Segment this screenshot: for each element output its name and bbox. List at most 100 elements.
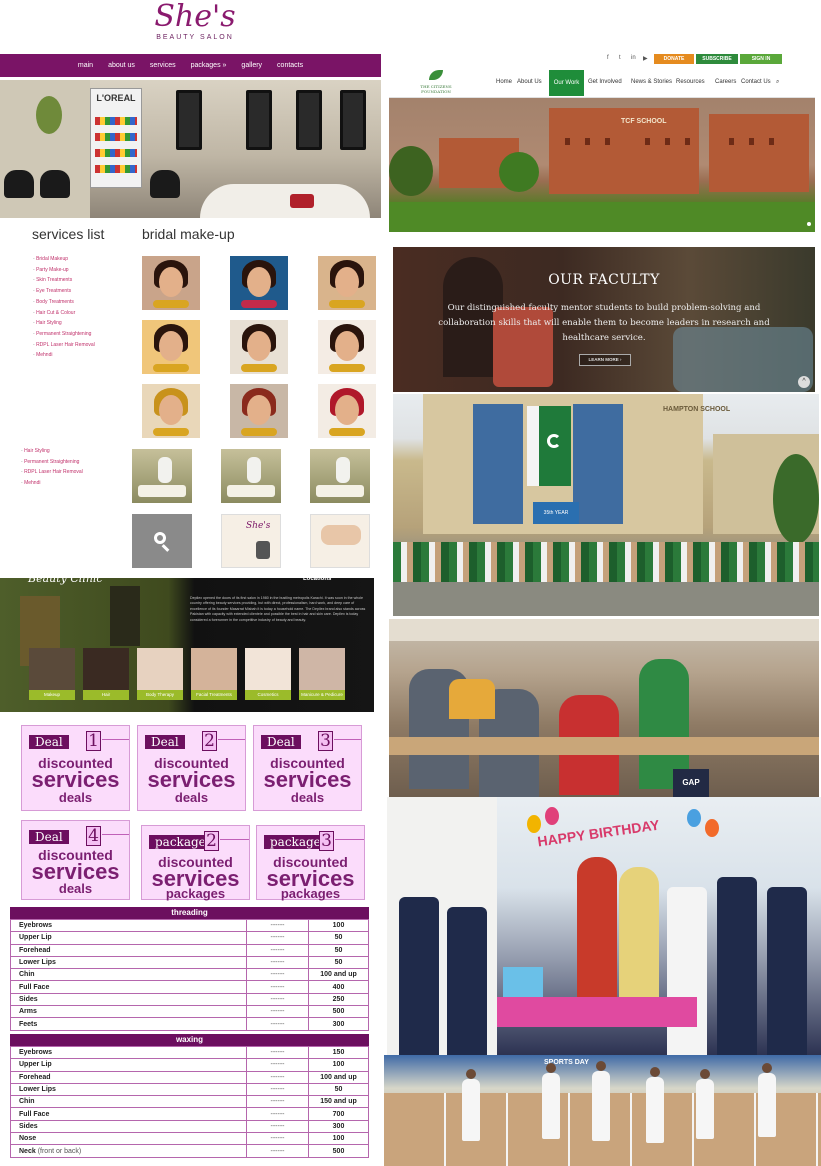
service-link[interactable]: Bridal Makeup [33, 254, 95, 265]
treatment-photo[interactable] [132, 449, 192, 503]
service-name: Upper Lip [10, 1058, 247, 1072]
package-card-3[interactable]: package 3 discounted services packages [256, 825, 365, 901]
bridal-photo[interactable] [142, 320, 200, 374]
learn-more-button[interactable]: LEARN MORE › [579, 354, 631, 366]
service-link[interactable]: Party Make-up [33, 265, 95, 276]
anniversary-banner: 35th YEAR [533, 502, 579, 524]
tcf-logo[interactable]: THE CITIZENS FOUNDATION [407, 70, 465, 96]
salon-logo[interactable]: She's BEAUTY SALON [150, 0, 240, 52]
search-icon[interactable]: ⌕ [776, 79, 779, 86]
service-price: 250 [308, 992, 369, 1007]
price-row: Eyebrows ------ 100 [10, 918, 369, 933]
service-link[interactable]: Permanent Straightening [33, 329, 95, 340]
gallery-zoom-tile[interactable] [132, 514, 192, 568]
nav-gallery[interactable]: gallery [241, 62, 262, 69]
salon-interior-photo: L'OREAL [0, 80, 381, 218]
treatment-photo[interactable] [310, 449, 370, 503]
tcf-nav-news[interactable]: News & Stories [631, 79, 672, 85]
nav-packages[interactable]: packages » [191, 62, 227, 69]
service-link[interactable]: Permanent Straightening [21, 457, 83, 468]
deal-card-3[interactable]: Deal 3 discounted services deals [253, 725, 362, 811]
nav-contacts[interactable]: contacts [277, 62, 303, 69]
bridal-photo[interactable] [230, 256, 288, 310]
donate-button[interactable]: DONATE [654, 54, 694, 64]
nav-about-us[interactable]: about us [108, 62, 135, 69]
loreal-brand-text: L'OREAL [96, 93, 136, 103]
service-name: Lower Lips [10, 1082, 247, 1097]
package-line3: packages [280, 886, 341, 901]
service-price: 100 [308, 1058, 369, 1072]
bridal-photo[interactable] [230, 320, 288, 374]
nav-services[interactable]: services [150, 62, 176, 69]
brochure-thumbnail[interactable]: She's [221, 514, 281, 568]
tcf-nav-our-work[interactable]: Our Work [549, 70, 584, 96]
facebook-icon[interactable]: f [607, 55, 609, 61]
package-card-2[interactable]: package 2 discounted services packages [141, 825, 250, 901]
clinic-tile-hair[interactable]: Hair [83, 648, 129, 700]
service-link[interactable]: Hair Cut & Colour [33, 308, 95, 319]
scroll-to-top-icon[interactable]: ^ [798, 376, 810, 388]
separator-dashes: ------ [246, 1107, 309, 1121]
service-link[interactable]: Body Treatments [33, 297, 95, 308]
service-name-text: Lower Lips [19, 1086, 56, 1094]
nav-main[interactable]: main [78, 62, 93, 69]
clinic-tile-body[interactable]: Body Therapy [137, 648, 183, 700]
service-name: Eyebrows [10, 918, 247, 933]
separator-dashes: ------ [246, 918, 309, 933]
bridal-photo[interactable] [318, 384, 376, 438]
price-row: Sides ------ 250 [10, 992, 369, 1007]
tcf-nav-contact[interactable]: Contact Us [741, 79, 771, 85]
tcf-nav-careers[interactable]: Careers [715, 79, 736, 85]
bridal-photo[interactable] [142, 256, 200, 310]
sign-in-button[interactable]: SIGN IN [740, 54, 782, 64]
bridal-photo[interactable] [318, 256, 376, 310]
deal-card-2[interactable]: Deal 2 discounted services deals [137, 725, 246, 811]
deal-card-1[interactable]: Deal 1 discounted services deals [21, 725, 130, 811]
linkedin-icon[interactable]: in [631, 55, 636, 61]
clinic-tile-manicure[interactable]: Manicure & Pedicure [299, 648, 345, 700]
tcf-nav-resources[interactable]: Resources [676, 79, 705, 85]
clinic-tile-facial[interactable]: Facial Treatments [191, 648, 237, 700]
deal-card-4[interactable]: Deal 4 discounted services deals [21, 820, 130, 900]
separator-dashes: ------ [246, 1082, 309, 1097]
service-link[interactable]: Hair Styling [21, 446, 83, 457]
clinic-tile-cosmetics[interactable]: Cosmetics [245, 648, 291, 700]
subscribe-button[interactable]: SUBSCRIBE [696, 54, 738, 64]
service-price: 100 [308, 918, 369, 933]
service-link[interactable]: Skin Treatments [33, 275, 95, 286]
service-link[interactable]: Mehndi [33, 350, 95, 361]
price-row: Neck (front or back) ------ 500 [10, 1144, 369, 1158]
service-link[interactable]: Hair Styling [33, 318, 95, 329]
threading-price-table: threading Eyebrows ------ 100 Upper Lip ----… [10, 907, 369, 1031]
service-price: 300 [308, 1119, 369, 1134]
deal-line3: deals [58, 790, 93, 805]
twitter-icon[interactable]: t [619, 55, 621, 61]
separator-dashes: ------ [246, 1058, 309, 1072]
service-link[interactable]: RDPL Laser Hair Removal [33, 340, 95, 351]
service-note: (front or back) [37, 1147, 82, 1155]
tcf-nav-home[interactable]: Home [496, 79, 512, 85]
price-row: Forehead ------ 50 [10, 943, 369, 957]
service-link[interactable]: Eye Treatments [33, 286, 95, 297]
bridal-photo[interactable] [142, 384, 200, 438]
bridal-photo[interactable] [230, 384, 288, 438]
tcf-nav-get-involved[interactable]: Get Involved [588, 79, 622, 85]
separator-dashes: ------ [246, 968, 309, 982]
services-list: Bridal Makeup Party Make-up Skin Treatme… [33, 254, 95, 361]
treatment-photo[interactable] [221, 449, 281, 503]
service-name: Eyebrows [10, 1045, 247, 1060]
price-row: Arms ------ 500 [10, 1005, 369, 1019]
clinic-tile-makeup[interactable]: Makeup [29, 648, 75, 700]
service-price: 50 [308, 955, 369, 970]
clinic-locations-link[interactable]: Locations [303, 576, 331, 582]
service-name-text: Feets [19, 1020, 38, 1028]
service-price: 100 [308, 1132, 369, 1146]
tcf-nav-about[interactable]: About Us [517, 79, 542, 85]
youtube-icon[interactable]: ▶ [643, 55, 648, 62]
leaf-logo-icon [429, 70, 443, 80]
service-link[interactable]: Mehndi [21, 478, 83, 489]
service-link[interactable]: RDPL Laser Hair Removal [21, 467, 83, 478]
bridal-photo[interactable] [318, 320, 376, 374]
service-name: Neck (front or back) [10, 1144, 247, 1158]
brochure-thumbnail[interactable] [310, 514, 370, 568]
